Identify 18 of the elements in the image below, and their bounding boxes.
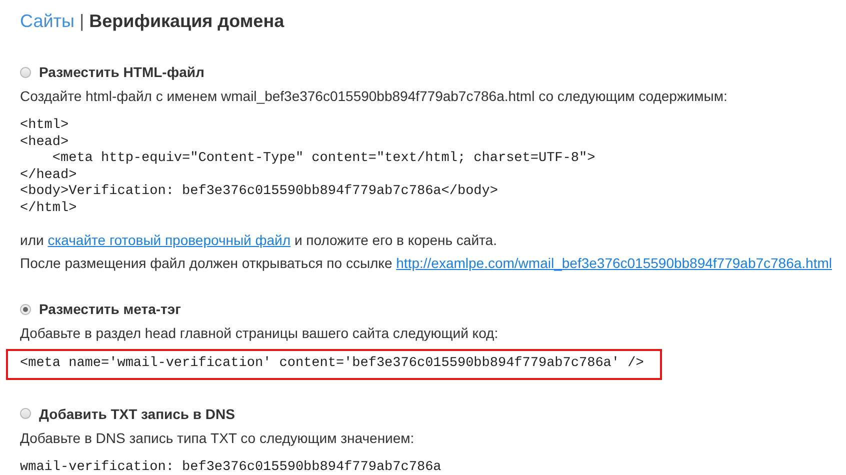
note-text: После размещения файл должен открываться по ссылке http://examlpe.com/wmail_bef3e376c015590bb894f779ab7c786a.html xyxy=(20,254,832,273)
radio-option[interactable]: Разместить мета-тэг xyxy=(20,299,181,319)
radio-option[interactable]: Добавить TXT запись в DNS xyxy=(20,404,235,424)
note-text: или скачайте готовый проверочный файл и положите его в корень сайта. xyxy=(20,231,497,250)
radio-button[interactable] xyxy=(20,304,31,314)
highlighted-code-block: <meta name='wmail-verification' content='bef3e376c015590bb894f779ab7c786a' /> xyxy=(6,349,662,380)
page-title: Верификация домена xyxy=(89,10,284,32)
description-text: Создайте html-файл с именем wmail_bef3e376c015590bb894f779ab7c786a.html со следующим содержимым: xyxy=(20,87,728,106)
radio-button[interactable] xyxy=(20,408,31,419)
code-text: wmail-verification: bef3e376c015590bb894f779ab7c786a xyxy=(20,460,442,475)
link[interactable]: скачайте готовый проверочный файл xyxy=(48,232,291,248)
link[interactable]: http://examlpe.com/wmail_bef3e376c015590bb894f779ab7c786a.html xyxy=(396,255,832,271)
description-text: Добавьте в раздел head главной страницы вашего сайта следующий код: xyxy=(20,324,498,343)
code-text: <html> <head> <meta http-equiv="Content-Type" content="text/html; charset=UTF-8"> </head> <body>Verification: bef3e376c015590bb894f779ab7c786a</body> </html> xyxy=(20,118,596,217)
radio-button[interactable] xyxy=(20,66,31,78)
separator: | xyxy=(79,10,84,32)
radio-option[interactable]: Разместить HTML-файл xyxy=(20,62,204,82)
description-text: Добавьте в DNS запись типа TXT со следующим значением: xyxy=(20,428,414,448)
